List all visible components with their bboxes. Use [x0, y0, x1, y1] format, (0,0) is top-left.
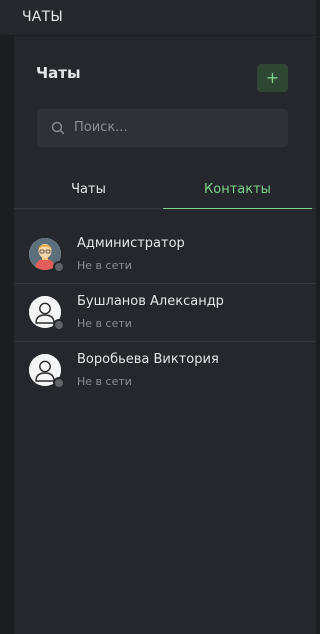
offline-status-icon [53, 319, 65, 331]
contact-status: Не в сети [77, 317, 132, 330]
offline-status-icon [53, 377, 65, 389]
search-icon [51, 121, 65, 135]
tab-bar: Чаты Контакты [14, 173, 316, 209]
contact-name: Бушланов Александр [77, 294, 224, 309]
offline-status-icon [53, 261, 65, 273]
left-rail [0, 36, 14, 634]
contact-list: Администратор Не в сети Бушланов Алексан… [14, 226, 316, 400]
search-placeholder: Поиск... [74, 120, 128, 135]
contact-status: Не в сети [77, 375, 132, 388]
contact-item[interactable]: Бушланов Александр Не в сети [14, 284, 316, 342]
contact-item[interactable]: Администратор Не в сети [14, 226, 316, 284]
add-chat-button[interactable]: + [257, 64, 288, 92]
tab-chats[interactable]: Чаты [14, 173, 163, 209]
tab-contacts[interactable]: Контакты [163, 173, 312, 209]
top-bar: ЧАТЫ [0, 0, 316, 36]
panel-title: Чаты [36, 64, 81, 82]
search-field[interactable]: Поиск... [37, 109, 288, 147]
contact-name: Администратор [77, 236, 185, 251]
chat-panel: Чаты + Поиск... Чаты Контакты Администра… [14, 36, 316, 634]
contact-name: Воробьева Виктория [77, 352, 219, 367]
contact-status: Не в сети [77, 259, 132, 272]
page-title: ЧАТЫ [22, 9, 63, 25]
contact-item[interactable]: Воробьева Виктория Не в сети [14, 342, 316, 400]
chat-app: ЧАТЫ Чаты + Поиск... Чаты Контакты Админ… [0, 0, 316, 634]
